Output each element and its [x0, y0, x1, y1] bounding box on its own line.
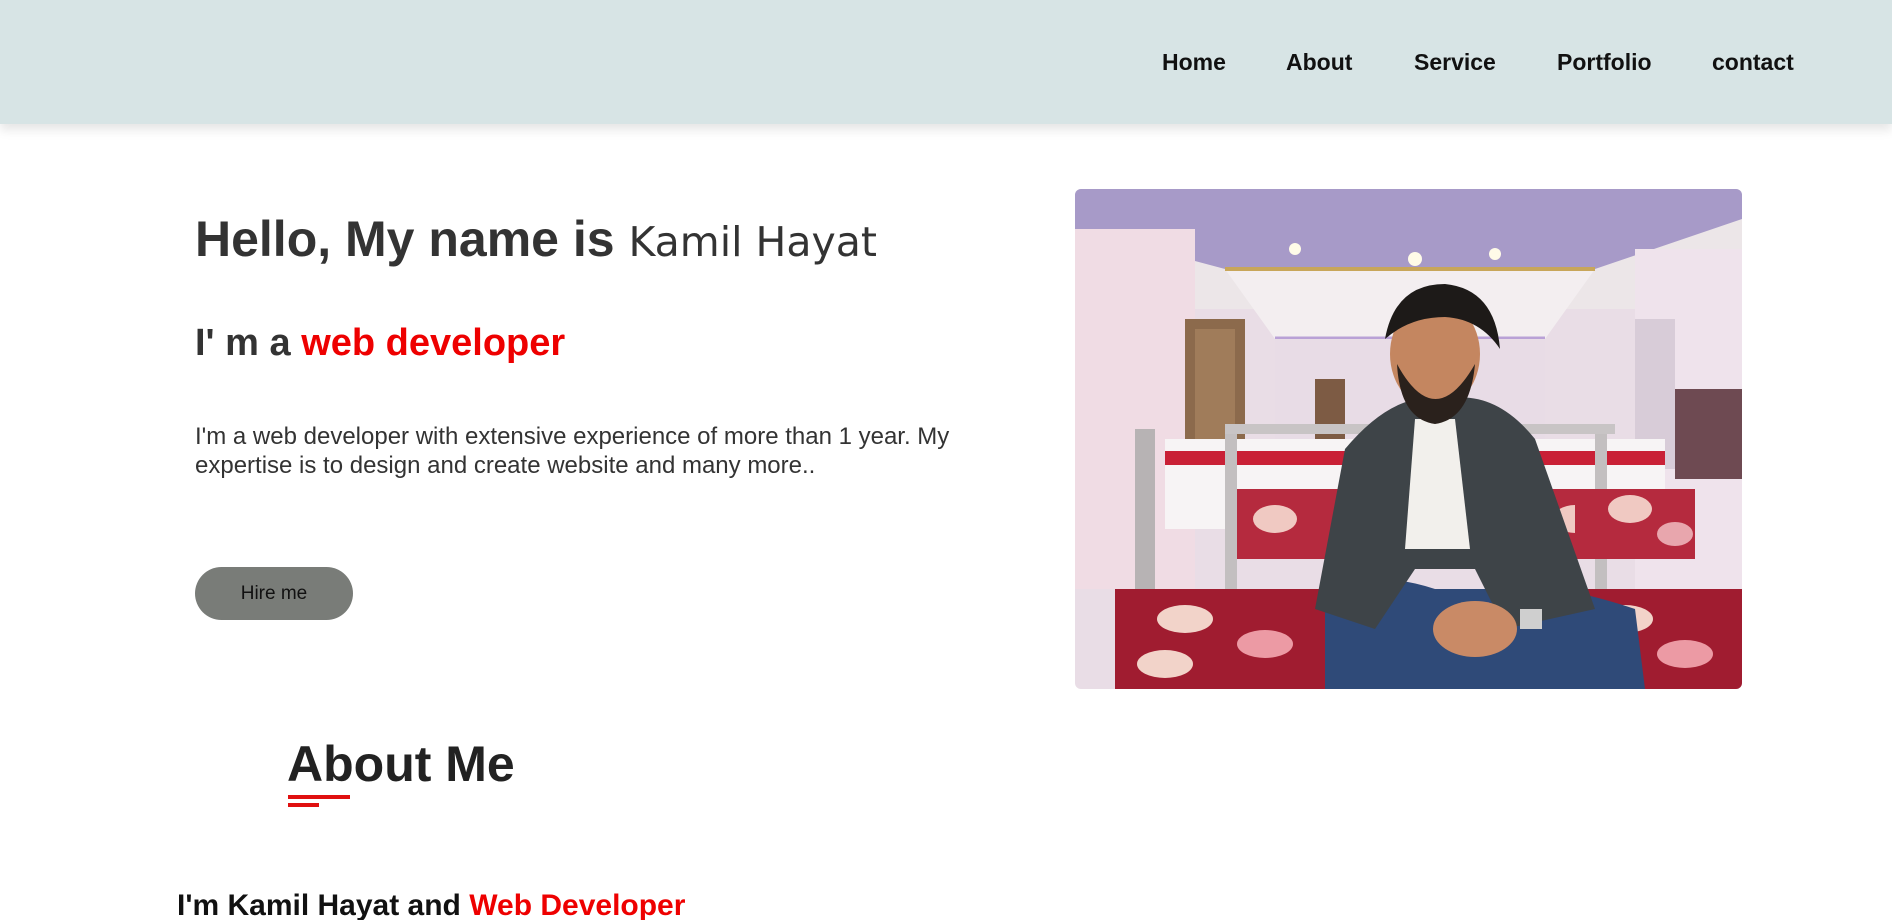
hero-greeting-text: Hello, My name is — [195, 211, 615, 267]
main-nav: Home About Service Portfolio contact — [0, 48, 1892, 78]
nav-link-portfolio[interactable]: Portfolio — [1557, 48, 1652, 76]
nav-link-contact[interactable]: contact — [1712, 48, 1794, 76]
hero-description: I'm a web developer with extensive exper… — [195, 423, 950, 479]
hero-greeting: Hello, My name is Kamil Hayat — [195, 210, 877, 271]
nav-link-service[interactable]: Service — [1414, 48, 1496, 76]
about-intro: I'm Kamil Hayat and Web Developer — [177, 888, 685, 920]
hero-name: Kamil Hayat — [628, 218, 877, 266]
site-header: Home About Service Portfolio contact — [0, 0, 1892, 124]
portrait-photo — [1075, 189, 1742, 689]
about-intro-highlight: Web Developer — [469, 889, 686, 920]
nav-link-about[interactable]: About — [1286, 48, 1352, 76]
about-title: About Me — [287, 736, 515, 792]
nav-link-home[interactable]: Home — [1162, 48, 1226, 76]
about-title-underline — [288, 795, 350, 799]
about-title-underline-short — [288, 803, 319, 807]
hero-role-prefix: I' m a — [195, 322, 291, 364]
about-intro-prefix: I'm Kamil Hayat and — [177, 889, 461, 920]
hero-role-highlight: web developer — [301, 322, 566, 364]
hero-role: I' m a web developer — [195, 321, 565, 365]
hire-me-button[interactable]: Hire me — [195, 567, 353, 620]
